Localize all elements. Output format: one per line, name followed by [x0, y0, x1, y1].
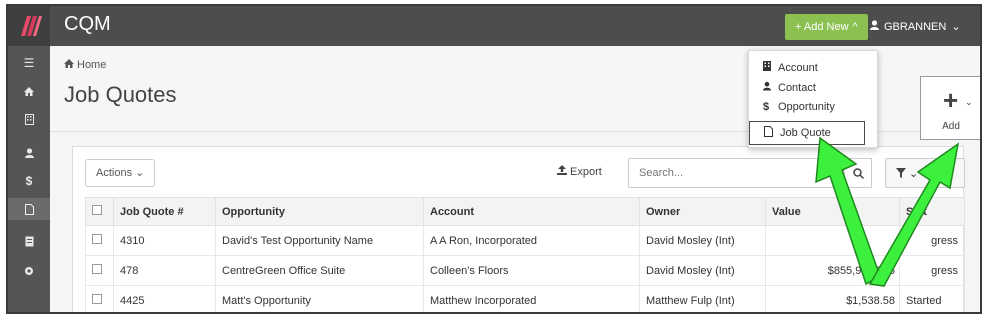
top-bar: CQM + Add New ^ GBRANNEN ⌄: [8, 6, 980, 46]
actions-button[interactable]: Actions ⌄: [85, 159, 156, 187]
dropdown-item-job-quote[interactable]: Job Quote: [749, 121, 865, 145]
dropdown-item-label: Job Quote: [780, 127, 831, 139]
table-row[interactable]: 478 CentreGreen Office Suite Colleen's F…: [85, 255, 965, 286]
page-title: Job Quotes: [64, 82, 177, 107]
dropdown-item-label: Contact: [778, 81, 816, 94]
dropdown-item-label: Account: [778, 61, 818, 74]
upload-icon: [557, 165, 567, 178]
user-menu[interactable]: GBRANNEN ⌄: [870, 14, 961, 40]
chevron-down-icon: ⌄: [135, 167, 145, 179]
status-cell: Started: [899, 285, 965, 312]
chevron-down-icon: ⌄: [909, 167, 919, 180]
user-icon: [763, 81, 771, 94]
side-rail: ☰ $: [8, 46, 50, 312]
user-icon[interactable]: [8, 142, 50, 164]
chevron-down-icon: ⌄: [965, 97, 973, 107]
app-logo[interactable]: [8, 6, 50, 46]
table-row[interactable]: 4310 David's Test Opportunity Name A A R…: [85, 225, 965, 256]
value-cell: $855,973,736: [765, 255, 900, 286]
user-icon: [870, 14, 879, 40]
plus-icon: +: [943, 85, 959, 115]
chevron-down-icon: ⌄: [951, 21, 961, 33]
value-cell: [765, 225, 900, 256]
add-new-label: + Add New: [795, 21, 849, 33]
select-all-checkbox[interactable]: [92, 205, 102, 215]
add-new-dropdown: Account Contact $ Opportunity Job Quote: [748, 50, 878, 148]
column-header[interactable]: Value: [765, 197, 900, 226]
column-header[interactable]: Stat: [899, 197, 965, 226]
status-cell: gress: [899, 255, 965, 286]
row-select-cell: [85, 285, 114, 312]
job-quote-id[interactable]: 4425: [113, 285, 216, 312]
filter-icon: [896, 168, 906, 178]
row-checkbox[interactable]: [92, 234, 102, 244]
account-cell[interactable]: Matthew Incorporated: [423, 285, 640, 312]
account-cell[interactable]: A A Ron, Incorporated: [423, 225, 640, 256]
export-button[interactable]: Export: [557, 165, 602, 178]
job-quotes-table: Job Quote # Opportunity Account Owner Va…: [85, 197, 965, 312]
file-icon[interactable]: [8, 198, 50, 220]
add-button[interactable]: + ⌄ Add: [920, 76, 980, 140]
filter-button[interactable]: ⌄: [885, 158, 965, 188]
status-text: gress: [931, 234, 958, 247]
dropdown-item-contact[interactable]: Contact: [763, 81, 816, 94]
building-icon: [763, 61, 771, 74]
column-header[interactable]: Opportunity: [215, 197, 424, 226]
dollar-icon[interactable]: $: [8, 170, 50, 192]
job-quote-id[interactable]: 478: [113, 255, 216, 286]
row-checkbox[interactable]: [92, 264, 102, 274]
add-label: Add: [942, 121, 960, 132]
file-icon: [764, 126, 773, 140]
menu-icon[interactable]: ☰: [8, 52, 50, 74]
dropdown-item-opportunity[interactable]: $ Opportunity: [763, 101, 835, 113]
value-cell: $1,538.58: [765, 285, 900, 312]
app-window: CQM + Add New ^ GBRANNEN ⌄ ☰ $ Home Job …: [6, 4, 982, 314]
user-name: GBRANNEN: [884, 21, 947, 33]
add-new-button[interactable]: + Add New ^: [785, 14, 868, 40]
export-label: Export: [570, 165, 602, 178]
chevron-up-icon: ^: [852, 21, 858, 33]
owner-cell: Matthew Fulp (Int): [639, 285, 766, 312]
row-select-cell: [85, 225, 114, 256]
dropdown-item-account[interactable]: Account: [763, 61, 818, 74]
table-row[interactable]: 4425 Matt's Opportunity Matthew Incorpor…: [85, 285, 965, 312]
select-all-cell: [85, 197, 114, 226]
column-header[interactable]: Account: [423, 197, 640, 226]
column-header[interactable]: Job Quote #: [113, 197, 216, 226]
dollar-icon: $: [763, 101, 770, 113]
column-header[interactable]: Owner: [639, 197, 766, 226]
breadcrumb-home[interactable]: Home: [77, 59, 106, 71]
home-icon[interactable]: [8, 80, 50, 102]
row-select-cell: [85, 255, 114, 286]
home-icon[interactable]: [64, 59, 74, 71]
opportunity-cell[interactable]: Matt's Opportunity: [215, 285, 424, 312]
search-icon: [852, 167, 864, 179]
job-quotes-panel: Actions ⌄ Export ⌄ Job Quote # Opportuni…: [72, 146, 965, 312]
row-checkbox[interactable]: [92, 294, 102, 304]
building-icon[interactable]: [8, 108, 50, 130]
job-quote-id[interactable]: 4310: [113, 225, 216, 256]
opportunity-cell[interactable]: CentreGreen Office Suite: [215, 255, 424, 286]
search-input[interactable]: [628, 158, 844, 188]
settings-icon[interactable]: [8, 260, 50, 282]
app-title: CQM: [64, 13, 111, 35]
logo-icon: [21, 16, 42, 36]
report-icon[interactable]: [8, 230, 50, 252]
status-text: gress: [931, 264, 958, 277]
opportunity-cell[interactable]: David's Test Opportunity Name: [215, 225, 424, 256]
owner-cell: David Mosley (Int): [639, 255, 766, 286]
actions-label: Actions: [96, 167, 133, 179]
owner-cell: David Mosley (Int): [639, 225, 766, 256]
status-cell: gress: [899, 225, 965, 256]
account-cell[interactable]: Colleen's Floors: [423, 255, 640, 286]
search-button[interactable]: [844, 158, 872, 188]
dropdown-item-label: Opportunity: [778, 101, 835, 113]
table-header-row: Job Quote # Opportunity Account Owner Va…: [85, 197, 965, 226]
breadcrumb: Home: [64, 59, 106, 71]
